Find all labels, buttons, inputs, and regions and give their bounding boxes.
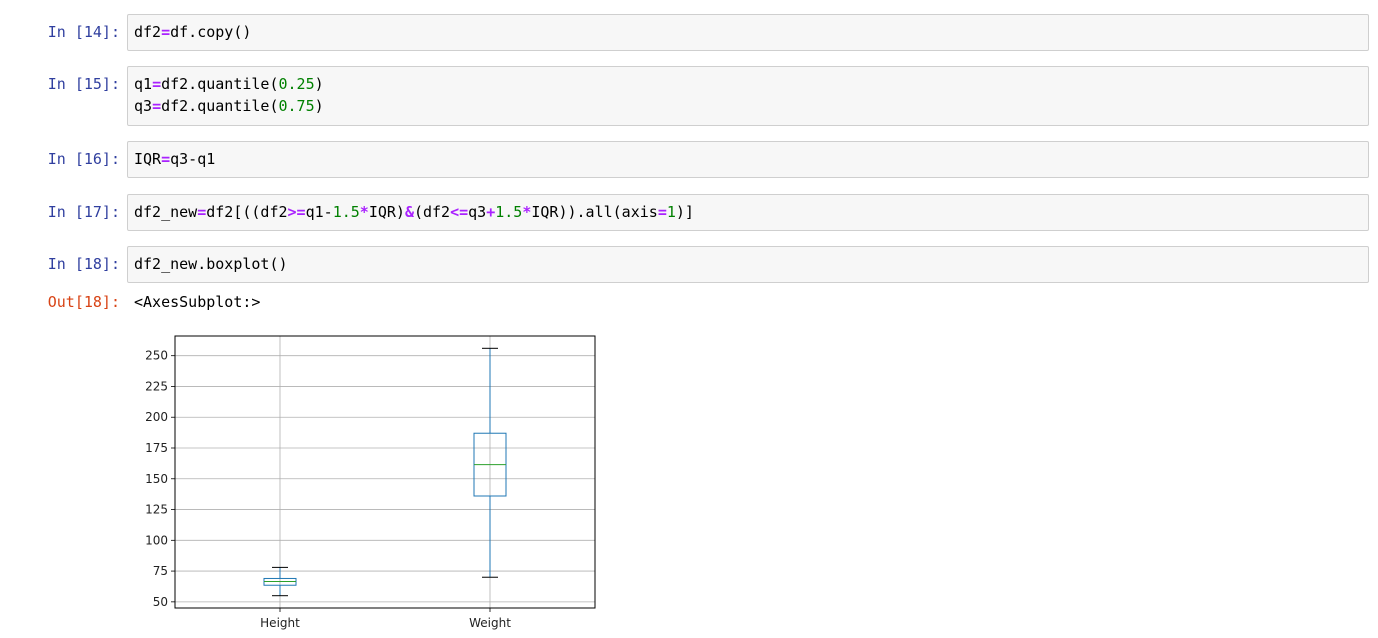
code-input[interactable]: df2_new.boxplot() [127, 246, 1369, 283]
code-token: q1 [134, 75, 153, 93]
code-token: = [152, 97, 162, 115]
code-token: df2.quantile( [161, 97, 279, 115]
input-prompt: In [17]: [47, 203, 120, 221]
y-tick-label: 250 [145, 349, 168, 363]
y-tick-label: 150 [145, 472, 168, 486]
code-token: 1.5 [495, 203, 523, 221]
y-tick-label: 125 [145, 503, 168, 517]
input-prompt: In [16]: [47, 150, 120, 168]
y-tick-label: 175 [145, 441, 168, 455]
code-token: q3-q1 [170, 150, 216, 168]
code-input[interactable]: df2=df.copy() [127, 14, 1369, 51]
output-text: <AxesSubplot:> [134, 293, 261, 311]
code-token: (df2 [413, 203, 451, 221]
code-token: df2_new.boxplot() [134, 255, 288, 273]
code-token: q1- [305, 203, 333, 221]
x-tick-label: Weight [469, 616, 511, 630]
input-prompt: In [18]: [47, 255, 120, 273]
code-token: 0.25 [278, 75, 315, 93]
code-token: >= [287, 203, 306, 221]
code-line: df2_new=df2[((df2>=q1-1.5*IQR)&(df2<=q3+… [134, 201, 1362, 223]
code-token: IQR)).all(axis [531, 203, 658, 221]
code-token: + [486, 203, 496, 221]
code-token: <= [450, 203, 469, 221]
code-token: df2_new [134, 203, 198, 221]
code-token: IQR) [368, 203, 405, 221]
code-token: ) [314, 75, 324, 93]
code-token: IQR [134, 150, 162, 168]
code-token: df2 [134, 23, 162, 41]
code-input[interactable]: df2_new=df2[((df2>=q1-1.5*IQR)&(df2<=q3+… [127, 194, 1369, 231]
code-input[interactable]: IQR=q3-q1 [127, 141, 1369, 178]
code-token: = [657, 203, 667, 221]
code-token: = [161, 150, 171, 168]
y-tick-label: 225 [145, 379, 168, 393]
y-tick-label: 100 [145, 533, 168, 547]
y-tick-label: 50 [153, 595, 168, 609]
code-token: 1.5 [332, 203, 360, 221]
code-token: & [404, 203, 414, 221]
code-line: q1=df2.quantile(0.25) [134, 73, 1362, 95]
input-prompt: In [15]: [47, 75, 120, 93]
code-token: df.copy() [170, 23, 252, 41]
code-token: df2.quantile( [161, 75, 279, 93]
code-line: df2=df.copy() [134, 21, 1362, 43]
code-token: 0.75 [278, 97, 315, 115]
code-token: ) [314, 97, 324, 115]
code-line: IQR=q3-q1 [134, 148, 1362, 170]
code-token: q3 [468, 203, 487, 221]
code-token: = [197, 203, 207, 221]
code-line: q3=df2.quantile(0.75) [134, 95, 1362, 117]
code-token: q3 [134, 97, 153, 115]
y-tick-label: 75 [153, 564, 168, 578]
code-token: df2[((df2 [206, 203, 288, 221]
code-input[interactable]: q1=df2.quantile(0.25) q3=df2.quantile(0.7… [127, 66, 1369, 126]
output-prompt: Out[18]: [47, 293, 120, 311]
code-line: df2_new.boxplot() [134, 253, 1362, 275]
axes-frame [174, 335, 596, 609]
code-token: * [359, 203, 369, 221]
code-token: = [152, 75, 162, 93]
code-token: )] [675, 203, 694, 221]
code-token: = [161, 23, 171, 41]
y-tick-label: 200 [145, 410, 168, 424]
x-tick-label: Height [260, 616, 300, 630]
boxplot-chart: 50 75 100 125 150 175 200 225 250 Height Weight [145, 335, 596, 630]
code-token: 1 [666, 203, 676, 221]
input-prompt: In [14]: [47, 23, 120, 41]
